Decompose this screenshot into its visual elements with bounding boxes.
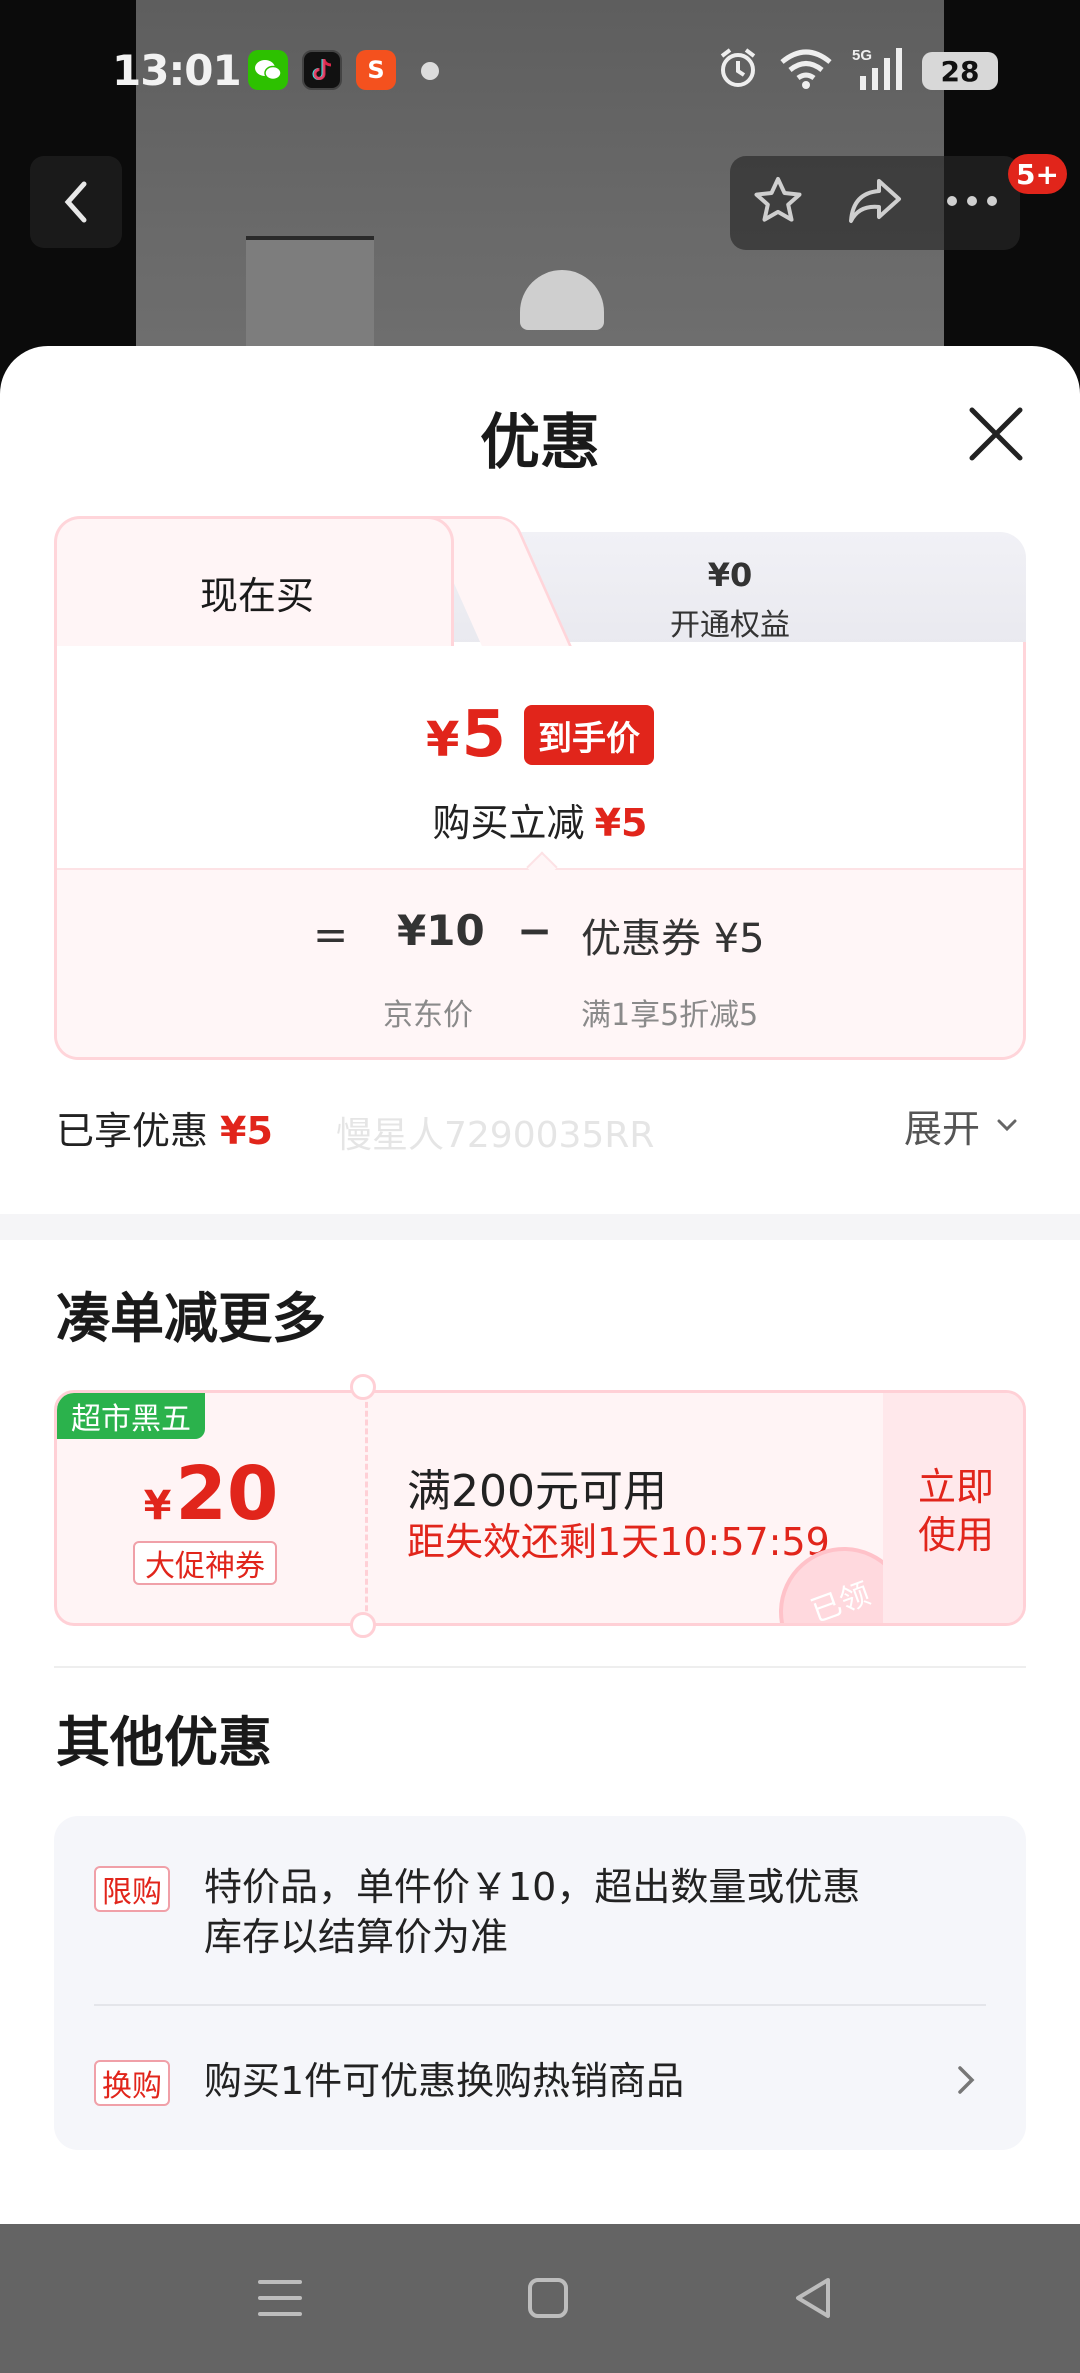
breakdown-minus: − [517,906,553,955]
coupon-card[interactable]: 超市黑五 ¥20 大促神券 满200元可用 距失效还剩1天10:57:59 已领… [54,1390,1026,1626]
final-price-tag: 到手价 [523,705,654,765]
tiktok-icon [302,50,342,90]
signal-icon: 5G [852,46,910,94]
coupon-condition: 满200元可用 [407,1466,667,1517]
wifi-icon [778,46,834,94]
coupon-amount: ¥20 [57,1451,365,1537]
purchase-limit-text-line2: 库存以结算价为准 [204,1915,509,1959]
section-separator [54,1666,1026,1668]
status-bar: 13:01 S 5G 28 [0,0,1080,140]
coupon-currency: ¥ [143,1483,172,1529]
coupon-notch-bottom [350,1612,376,1638]
use-now-label: 立即使用 [917,1465,994,1557]
coupon-countdown: 距失效还剩1天10:57:59 [407,1520,830,1564]
coupon-amount-value: 20 [175,1451,279,1537]
alarm-icon [716,46,760,94]
photo-cap-shape [520,270,604,330]
sogou-icon: S [356,50,396,90]
chevron-right-icon [958,2066,975,2094]
user-watermark: 慢星人7290035RR [336,1115,655,1156]
status-time: 13:01 [112,46,242,95]
share-arrow-icon [848,179,901,223]
coupon-notch-top [350,1374,376,1400]
breakdown-coupon-label: 满1享5折减5 [581,998,759,1033]
breakdown-jd-price-label: 京东价 [383,998,473,1033]
breakdown-jd-price: ¥10 [397,906,485,955]
coupon-subtitle: 大促神券 [133,1541,277,1585]
sheet-title: 优惠 [480,408,600,478]
offer-divider [94,2004,986,2006]
breakdown-equals: = [313,910,349,959]
section-divider [0,1214,1080,1240]
trade-in-text: 购买1件可优惠换购热销商品 [204,2059,685,2103]
final-price-amount: 5 [461,698,506,772]
share-button[interactable] [845,175,905,231]
price-detail-panel: ¥5 到手价 购买立减 ¥5 = ¥10 − 优惠券 ¥5 京东价 满1享5折减5 [54,642,1026,1060]
top-action-group [730,156,1020,250]
purchase-limit-text: 特价品，单件价￥10，超出数量或优惠 库存以结算价为准 [204,1862,860,1962]
final-price: ¥5 [426,698,506,772]
tab-buy-now-label: 现在买 [199,574,314,618]
system-nav-bar [0,2224,1080,2373]
instant-discount-line: 购买立减 ¥5 [57,792,1023,847]
close-button[interactable] [960,398,1032,470]
trade-in-tag: 换购 [94,2060,170,2106]
instant-discount-label: 购买立减 [432,801,585,845]
other-offers-list: 限购 特价品，单件价￥10，超出数量或优惠 库存以结算价为准 换购 购买1件可优… [54,1816,1026,2150]
tab-membership-label: 开通权益 [670,608,790,643]
final-price-currency: ¥ [426,712,460,768]
tab-membership-price: ¥0 [707,556,753,594]
final-price-row: ¥5 到手价 [57,698,1023,772]
more-dots-icon [947,196,998,206]
enjoyed-discount-label: 已享优惠 [56,1109,209,1153]
expand-button[interactable]: 展开 [904,1098,980,1153]
svg-text:5G: 5G [852,47,872,64]
purchase-limit-text-line1: 特价品，单件价￥10，超出数量或优惠 [204,1865,861,1909]
enjoyed-discount-amount: ¥5 [220,1109,273,1153]
battery-indicator: 28 [922,52,998,90]
more-offers-title: 凑单减更多 [56,1287,326,1350]
price-breakdown: = ¥10 − 优惠券 ¥5 京东价 满1享5折减5 [57,868,1023,1057]
back-triangle-icon[interactable] [788,2272,840,2324]
favorite-star-button[interactable] [750,173,806,233]
star-icon [754,177,802,222]
notification-badge: 5+ [1008,154,1067,194]
coupon-event-tag: 超市黑五 [57,1393,205,1439]
other-offers-title: 其他优惠 [56,1711,272,1774]
use-now-button[interactable]: 立即使用 [883,1393,1023,1623]
wechat-icon [248,50,288,90]
menu-icon[interactable] [254,2272,306,2324]
tab-buy-now[interactable]: 现在买 [54,516,454,646]
close-icon [969,407,1023,461]
notification-dot-icon [421,62,439,80]
coupon-perforation [365,1393,368,1623]
photo-lamp-shape [246,236,374,356]
breakdown-coupon: 优惠券 ¥5 [581,916,765,962]
more-button[interactable] [944,193,1000,213]
price-card: ¥0 开通权益 现在买 ¥5 到手价 购买立减 ¥5 = ¥10 − 优惠券 ¥5… [54,516,1026,1060]
back-button[interactable] [30,156,122,248]
instant-discount-amount: ¥5 [594,801,648,845]
purchase-limit-tag: 限购 [94,1866,170,1912]
chevron-left-icon [64,181,87,223]
chevron-down-icon [997,1119,1017,1132]
enjoyed-discount: 已享优惠 ¥5 [56,1100,273,1155]
offers-sheet: 优惠 ¥0 开通权益 现在买 ¥5 到手价 购买立减 ¥5 = ¥10 − 优惠券… [0,346,1080,2224]
home-icon[interactable] [522,2272,574,2324]
